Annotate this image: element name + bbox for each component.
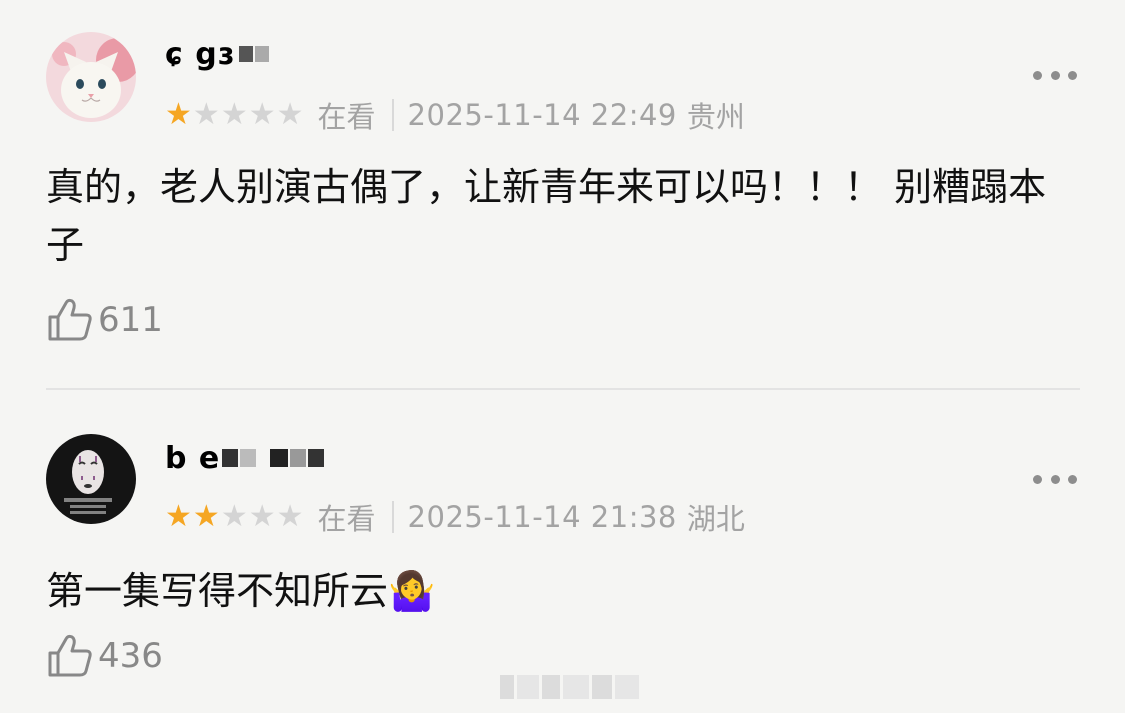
more-button[interactable]: [1033, 469, 1077, 489]
star-icon: ★: [276, 499, 304, 534]
comment-text: 第一集写得不知所云🤷‍♀️: [46, 569, 436, 613]
more-icon: [1033, 474, 1042, 484]
mosaic-block: [239, 46, 254, 62]
username[interactable]: b e: [165, 440, 325, 476]
star-icon: ★: [220, 499, 248, 534]
comment-meta: ★ ★ ★ ★ ★ 在看 2025-11-14 21:38 湖北: [165, 497, 745, 537]
mosaic-block: [308, 449, 325, 467]
username-text: ɕ gɜ: [165, 36, 236, 72]
mosaic-block: [240, 449, 257, 467]
star-icon: ★: [192, 499, 220, 534]
watermark-block: [517, 675, 539, 699]
rating-stars: ★ ★ ★ ★ ★: [165, 100, 304, 130]
thumbs-up-icon: [48, 634, 92, 677]
comment-meta: ★ ★ ★ ★ ★ 在看 2025-11-14 22:49 贵州: [165, 95, 745, 135]
watermark-block: [563, 675, 589, 699]
comment-item: b e ★ ★ ★ ★ ★ 在看 2025-11-14 21:38 湖北 第一集…: [0, 392, 1125, 713]
watch-status: 在看: [317, 100, 376, 134]
more-icon-dot: [1068, 474, 1077, 484]
watermark-block: [500, 675, 514, 699]
star-icon: ★: [276, 97, 304, 132]
more-icon: [1033, 70, 1042, 80]
like-count: 611: [98, 300, 163, 340]
star-icon: ★: [165, 97, 192, 132]
comment-location: 湖北: [686, 502, 745, 536]
comment-datetime: 2025-11-14 21:38: [407, 500, 677, 534]
star-icon: ★: [165, 499, 192, 534]
star-icon: ★: [192, 97, 220, 132]
meta-divider: [391, 99, 394, 131]
star-icon: ★: [248, 499, 276, 534]
rating-stars: ★ ★ ★ ★ ★: [165, 502, 304, 532]
more-icon-dot: [1050, 70, 1060, 80]
watermark: [500, 672, 645, 702]
avatar[interactable]: [46, 32, 136, 122]
more-button[interactable]: [1033, 65, 1077, 85]
like-button[interactable]: 611: [46, 298, 163, 342]
comment-location: 贵州: [686, 100, 745, 134]
username-text: b e: [165, 440, 221, 476]
mosaic-block: [270, 449, 289, 467]
watermark-block: [615, 675, 639, 699]
comment-datetime: 2025-11-14 22:49: [407, 98, 677, 132]
cat-avatar: [46, 32, 136, 122]
comment-item: ɕ gɜ ★ ★ ★ ★ ★ 在看 2025-11-14 22:49 贵州 真的…: [0, 0, 1125, 390]
star-icon: ★: [220, 97, 248, 132]
meta-divider: [391, 501, 394, 533]
mosaic-block: [255, 46, 270, 62]
like-count: 436: [98, 636, 163, 676]
no-face-avatar: [46, 434, 136, 524]
watermark-block: [592, 675, 612, 699]
avatar[interactable]: [46, 434, 136, 524]
star-icon: ★: [248, 97, 276, 132]
comment-text: 真的，老人别演古偶了，让新青年来可以吗！！！ 别糟蹋本子: [46, 165, 1047, 267]
watch-status: 在看: [317, 502, 376, 536]
username[interactable]: ɕ gɜ: [165, 36, 270, 72]
comment-divider: [46, 388, 1080, 390]
more-icon-dot: [1050, 474, 1060, 484]
more-icon-dot: [1068, 70, 1077, 80]
mosaic-block: [290, 449, 307, 467]
thumbs-up-icon: [48, 298, 92, 341]
like-button[interactable]: 436: [46, 634, 163, 678]
mosaic-block: [222, 449, 239, 467]
watermark-block: [542, 675, 560, 699]
